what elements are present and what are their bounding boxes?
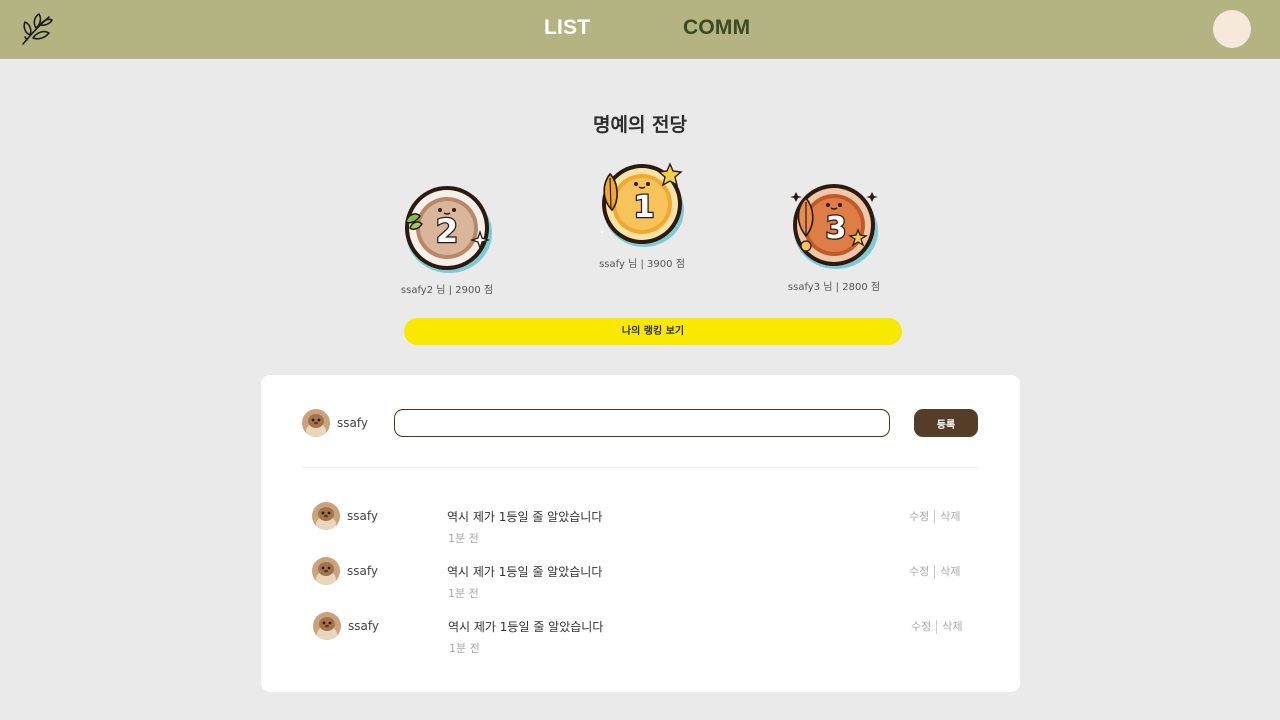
third-place-medal-icon: 3 [790, 184, 878, 269]
rank-user: ssafy2 [400, 285, 434, 296]
submit-comment-button[interactable]: 등록 [914, 409, 978, 437]
rank-score: 2800 [842, 282, 868, 293]
comment-input[interactable] [394, 409, 890, 437]
comment-username: ssafy [348, 619, 379, 633]
svg-text:1: 1 [634, 190, 655, 225]
delete-comment-button[interactable]: 삭제 [940, 565, 960, 578]
edit-comment-button[interactable]: 수정 [909, 510, 929, 523]
first-place-medal-icon: 1 [600, 162, 684, 247]
rank-score: 3900 [647, 259, 673, 270]
action-separator [934, 565, 936, 579]
separator: | [448, 285, 453, 296]
user-avatar-icon [313, 612, 341, 640]
action-separator [936, 620, 938, 634]
comment-actions: 수정 삭제 [909, 563, 961, 579]
comment-actions: 수정 삭제 [909, 508, 961, 524]
composer-username: ssafy [337, 416, 368, 430]
edit-comment-button[interactable]: 수정 [909, 565, 929, 578]
divider [301, 467, 978, 468]
user-avatar-icon [312, 557, 340, 585]
action-separator [934, 510, 936, 524]
delete-comment-button[interactable]: 삭제 [942, 620, 962, 633]
score-unit: 점 [675, 259, 685, 270]
top-navbar: LIST COMM [0, 0, 1280, 59]
comment-board: ssafy 등록 ssafy 역시 제가 1등일 줄 알았습니다 1분 전 수정… [261, 375, 1020, 692]
profile-avatar-button[interactable] [1213, 10, 1251, 48]
nav-tab-comm[interactable]: COMM [683, 16, 750, 40]
second-place-medal-icon: 2 [405, 186, 492, 273]
second-place-caption: ssafy2 님 | 2900 점 [401, 281, 493, 296]
honorific: 님 [823, 282, 833, 293]
svg-text:2: 2 [436, 212, 458, 250]
first-place-caption: ssafy 님 | 3900 점 [599, 255, 685, 270]
honorific: 님 [628, 259, 638, 270]
edit-comment-button[interactable]: 수정 [911, 620, 931, 633]
comment-avatar [313, 612, 341, 640]
leaf-branch-logo-icon[interactable] [19, 11, 55, 47]
rank-user: ssafy3 [787, 282, 821, 293]
user-avatar-icon [312, 502, 340, 530]
comment-time: 1분 전 [449, 642, 480, 655]
nav-tab-list[interactable]: LIST [544, 16, 590, 40]
score-unit: 점 [870, 282, 881, 293]
comment-time: 1분 전 [448, 532, 479, 545]
honorific: 님 [436, 285, 446, 296]
comment-text: 역시 제가 1등일 줄 알았습니다 [447, 565, 603, 579]
comment-text: 역시 제가 1등일 줄 알았습니다 [448, 620, 604, 634]
my-ranking-button[interactable]: 나의 랭킹 보기 [404, 318, 902, 345]
composer-avatar [302, 409, 330, 437]
comment-username: ssafy [347, 564, 378, 578]
comment-username: ssafy [347, 509, 378, 523]
comment-time: 1분 전 [448, 587, 479, 600]
hall-of-fame-title: 명예의 전당 [592, 114, 687, 136]
comment-avatar [312, 502, 340, 530]
third-place-caption: ssafy3 님 | 2800 점 [788, 278, 880, 293]
separator: | [835, 282, 840, 293]
separator: | [640, 259, 644, 270]
rank-user: ssafy [599, 259, 625, 270]
score-unit: 점 [483, 285, 494, 296]
comment-avatar [312, 557, 340, 585]
svg-text:3: 3 [826, 211, 847, 246]
comment-text: 역시 제가 1등일 줄 알았습니다 [447, 510, 603, 524]
user-avatar-icon [302, 409, 330, 437]
comment-actions: 수정 삭제 [911, 618, 963, 634]
delete-comment-button[interactable]: 삭제 [940, 510, 960, 523]
rank-score: 2900 [455, 285, 481, 296]
